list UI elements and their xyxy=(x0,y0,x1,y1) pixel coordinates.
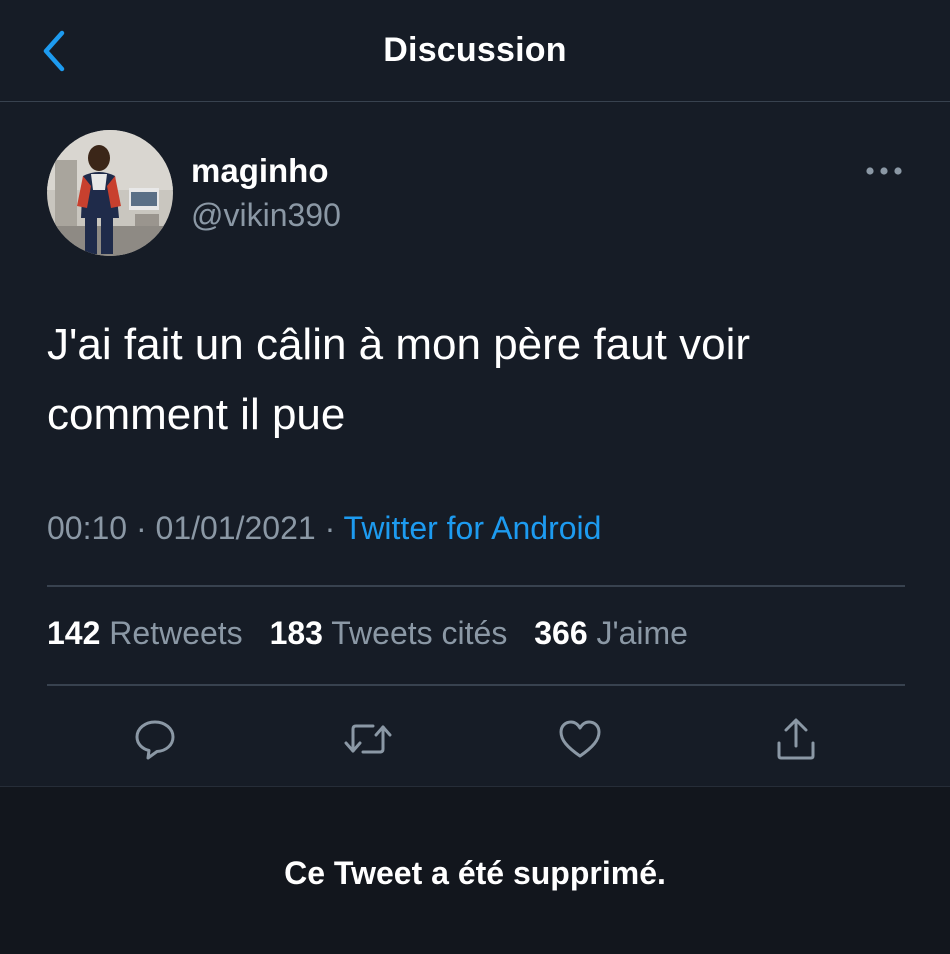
top-bar: Discussion xyxy=(0,0,950,102)
share-icon xyxy=(777,718,815,760)
retweets-stat[interactable]: 142 Retweets xyxy=(47,615,243,651)
tweet-meta: 00:10 · 01/01/2021 · Twitter for Android xyxy=(47,510,601,547)
likes-stat[interactable]: 366 J'aime xyxy=(534,615,688,651)
like-button[interactable] xyxy=(552,711,608,767)
author-display-name[interactable]: maginho xyxy=(191,152,329,190)
divider xyxy=(47,684,905,686)
meta-separator: · xyxy=(135,510,147,546)
share-button[interactable] xyxy=(768,711,824,767)
tweet-text: J'ai fait un câlin à mon père faut voir … xyxy=(47,320,750,439)
app-screen: Discussion maginho @vikin390 J'ai fait u… xyxy=(0,0,950,954)
meta-separator: · xyxy=(324,510,336,546)
deleted-tweet-notice: Ce Tweet a été supprimé. xyxy=(0,786,950,954)
more-options-button[interactable] xyxy=(858,154,910,188)
reply-button[interactable] xyxy=(127,711,183,767)
more-horizontal-icon xyxy=(866,167,902,175)
tweet-time: 00:10 xyxy=(47,510,128,546)
tweet-stats: 142 Retweets 183 Tweets cités 366 J'aime xyxy=(47,615,706,652)
reply-icon xyxy=(135,720,175,760)
avatar[interactable] xyxy=(47,130,173,256)
quotes-stat[interactable]: 183 Tweets cités xyxy=(270,615,508,651)
page-title: Discussion xyxy=(383,31,567,69)
tweet-date: 01/01/2021 xyxy=(155,510,316,546)
retweet-icon xyxy=(344,724,392,754)
heart-icon xyxy=(559,720,601,758)
tweet-source-link[interactable]: Twitter for Android xyxy=(344,510,602,546)
deleted-tweet-text: Ce Tweet a été supprimé. xyxy=(284,855,666,891)
retweet-button[interactable] xyxy=(340,711,396,767)
author-handle[interactable]: @vikin390 xyxy=(191,197,341,234)
divider xyxy=(47,585,905,587)
